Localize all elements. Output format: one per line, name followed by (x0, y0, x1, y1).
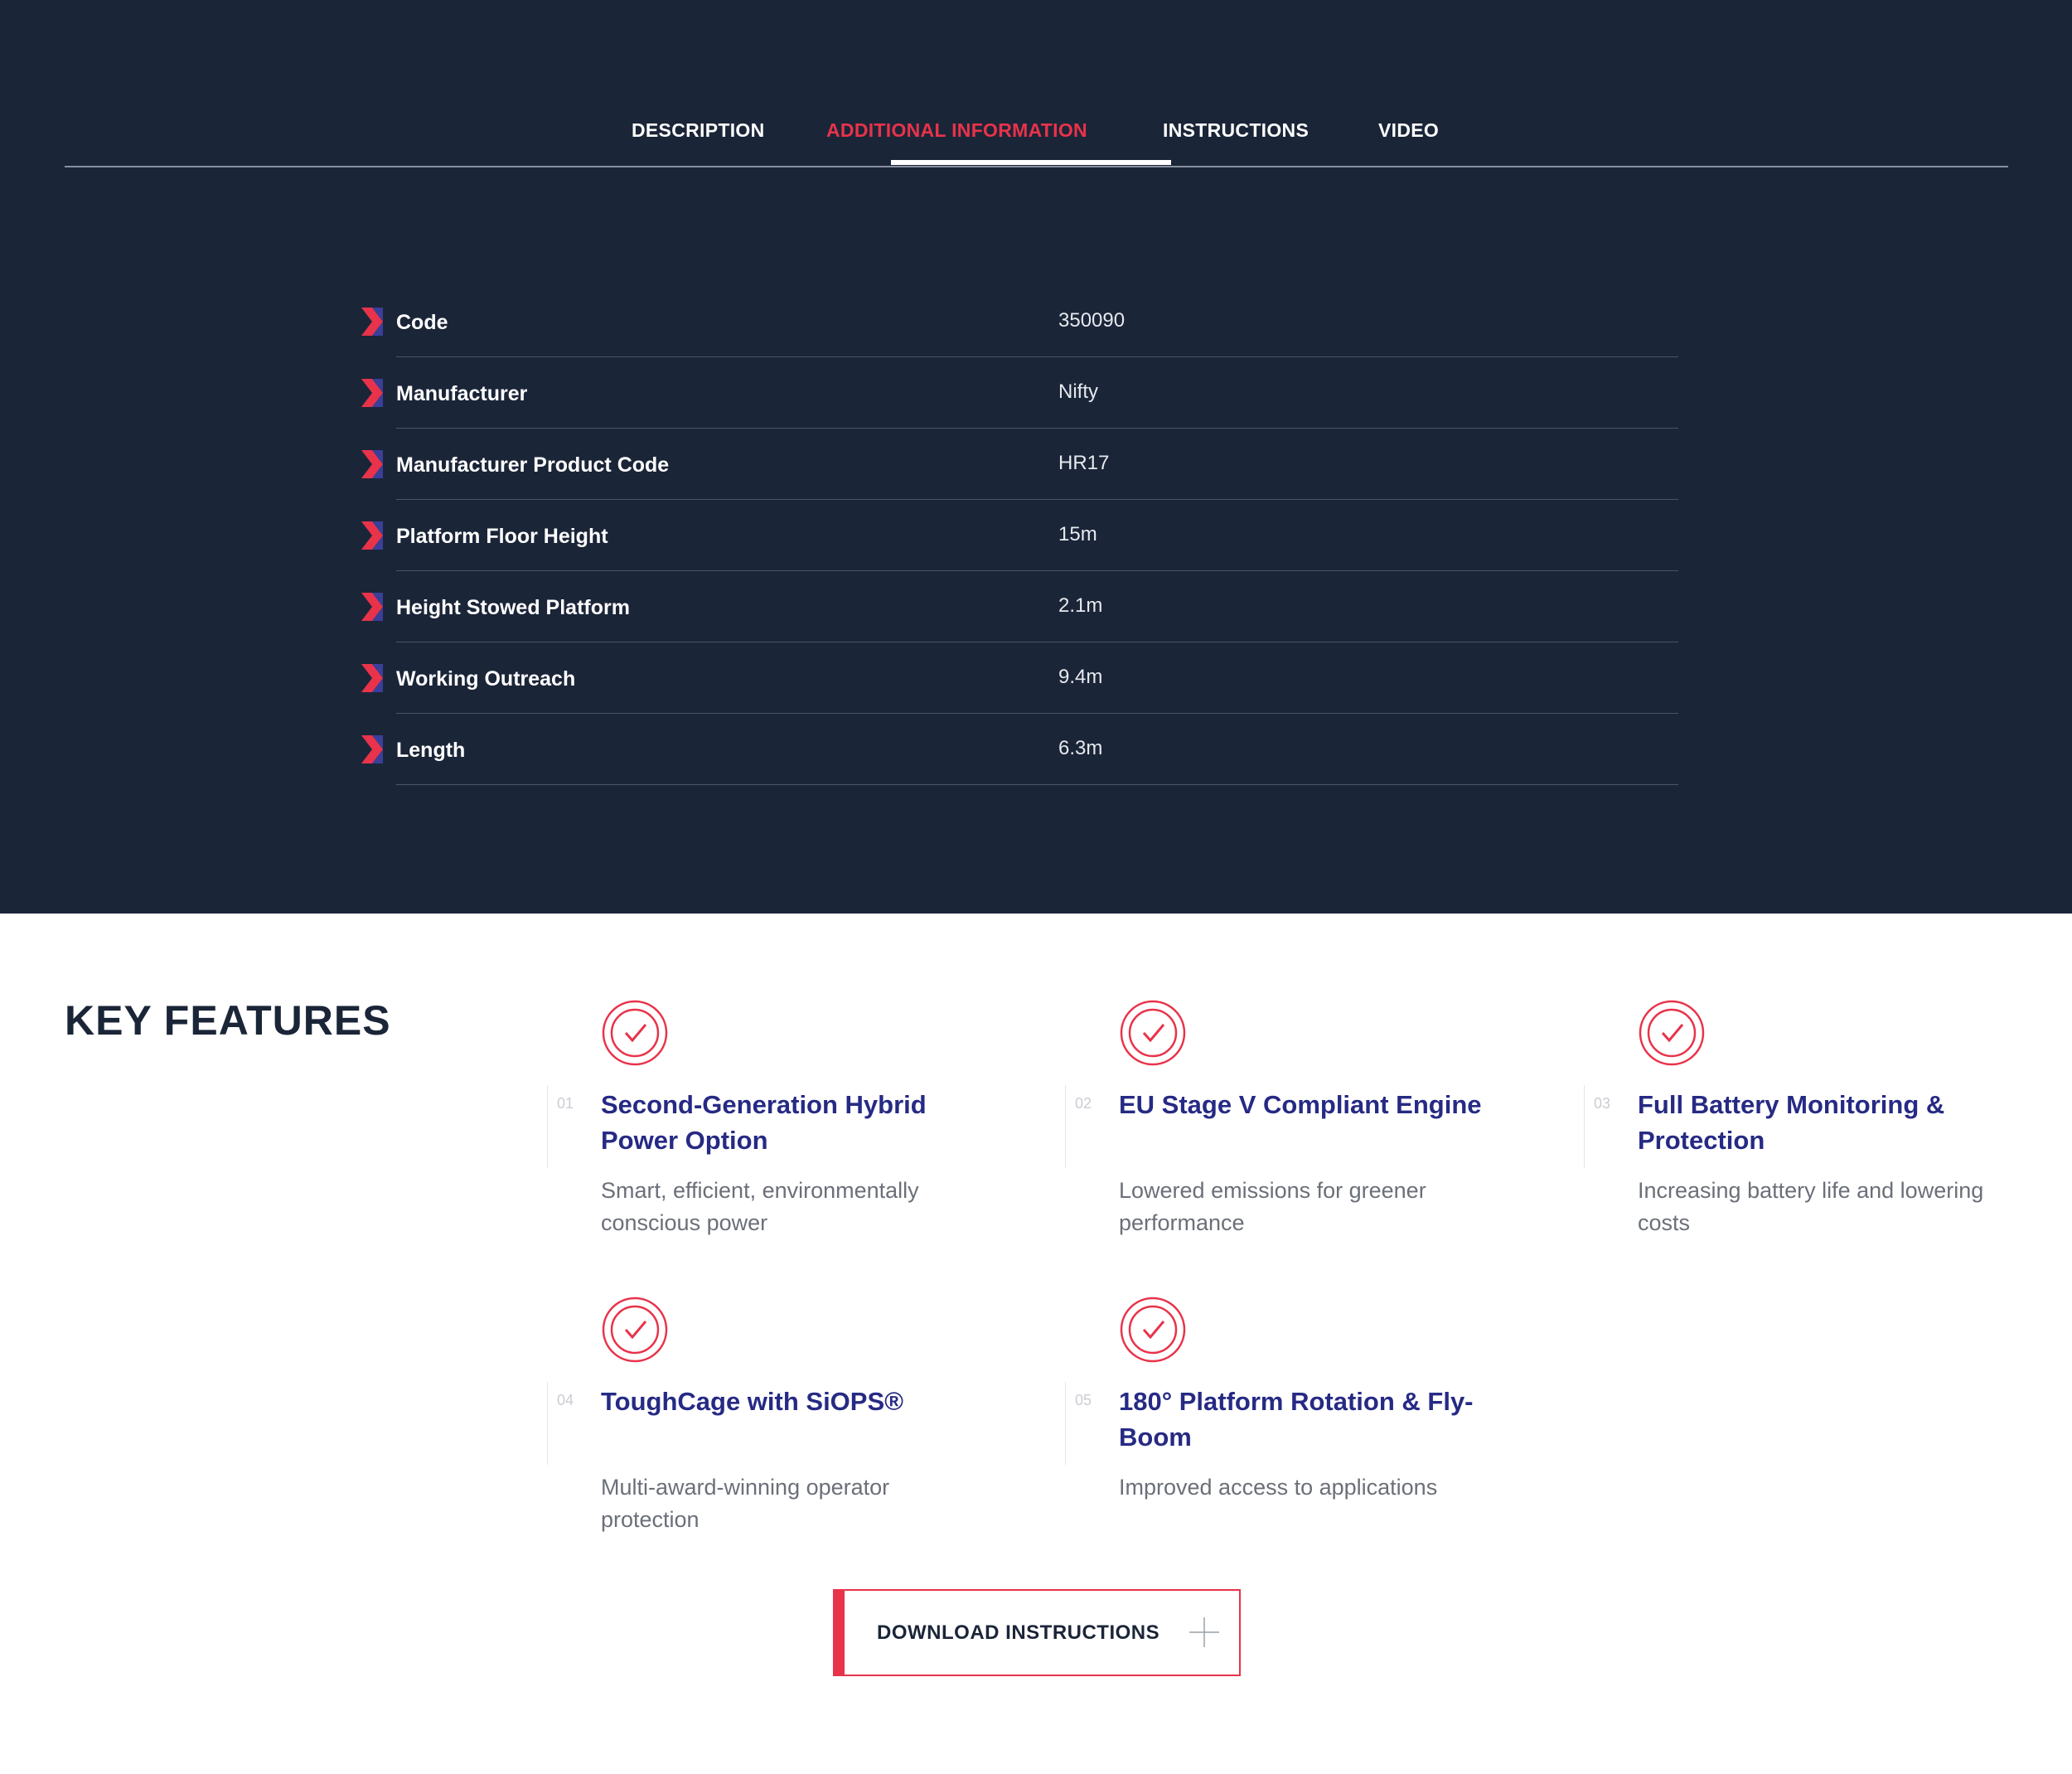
check-circle-icon (1119, 999, 1187, 1067)
spec-row: Working Outreach 9.4m (356, 642, 1678, 714)
chevron-bullet-icon (361, 379, 383, 407)
spec-row: Manufacturer Nifty (356, 357, 1678, 429)
spec-label: Manufacturer Product Code (396, 453, 670, 477)
feature-description: Increasing battery life and lowering cos… (1638, 1178, 1984, 1235)
tab-video[interactable]: VIDEO (1378, 119, 1439, 144)
spec-label: Length (396, 739, 466, 762)
key-features-title: KEY FEATURES (65, 997, 391, 1044)
spec-value: 6.3m (1058, 737, 1103, 759)
spec-value: 15m (1058, 523, 1097, 545)
chevron-bullet-icon (361, 593, 383, 621)
tab-description[interactable]: DESCRIPTION (632, 119, 764, 144)
spec-table: Code 350090 Manufacturer Nifty Manufacturer … (356, 286, 1678, 785)
feature-number: 05 (1075, 1392, 1092, 1408)
spec-row: Platform Floor Height 15m (356, 500, 1678, 571)
spec-value: 350090 (1058, 309, 1126, 332)
feature-number: 04 (557, 1392, 574, 1408)
feature-description: Lowered emissions for greener performanc… (1119, 1178, 1426, 1235)
spec-value: 9.4m (1058, 666, 1103, 688)
spec-label: Code (396, 311, 448, 334)
row-divider (396, 784, 1678, 785)
spec-row: Length 6.3m (356, 714, 1678, 785)
check-circle-icon (1119, 1296, 1187, 1364)
feature-card: 03 Full Battery Monitoring & Protection In… (1584, 999, 2015, 1272)
chevron-bullet-icon (361, 450, 383, 478)
check-circle-icon (601, 1296, 669, 1364)
download-instructions-label: DOWNLOAD INSTRUCTIONS (877, 1621, 1160, 1644)
feature-card: 05 180° Platform Rotation & Fly-Boom Impro… (1065, 1296, 1496, 1569)
feature-divider (1065, 1382, 1066, 1465)
feature-title: ToughCage with SiOPS® (601, 1387, 903, 1416)
active-tab-indicator (891, 160, 1171, 165)
spec-value: Nifty (1058, 380, 1098, 403)
product-tabs: DESCRIPTION ADDITIONAL INFORMATION INSTR… (65, 0, 2008, 167)
check-circle-icon (1638, 999, 1706, 1067)
check-circle-icon (601, 999, 669, 1067)
spec-value: HR17 (1058, 452, 1110, 474)
feature-number: 02 (1075, 1095, 1092, 1112)
additional-information-section: DESCRIPTION ADDITIONAL INFORMATION INSTR… (0, 0, 2072, 914)
spec-label: Working Outreach (396, 667, 576, 691)
feature-title: EU Stage V Compliant Engine (1119, 1090, 1482, 1119)
feature-title: 180° Platform Rotation & Fly-Boom (1119, 1387, 1474, 1452)
feature-divider (1584, 1085, 1585, 1168)
feature-divider (547, 1085, 548, 1168)
feature-divider (547, 1382, 548, 1465)
chevron-bullet-icon (361, 664, 383, 692)
spec-label: Platform Floor Height (396, 525, 608, 548)
tab-instructions[interactable]: INSTRUCTIONS (1163, 119, 1309, 144)
spec-value: 2.1m (1058, 594, 1103, 617)
chevron-bullet-icon (361, 521, 383, 550)
button-accent-bar (833, 1589, 845, 1676)
spec-label: Height Stowed Platform (396, 596, 630, 619)
feature-card: 04 ToughCage with SiOPS® Multi-award-winni… (547, 1296, 978, 1569)
download-instructions-button[interactable]: DOWNLOAD INSTRUCTIONS (833, 1589, 1241, 1676)
feature-card: 01 Second-Generation Hybrid Power Option S… (547, 999, 978, 1272)
feature-number: 01 (557, 1095, 574, 1112)
feature-number: 03 (1594, 1095, 1611, 1112)
feature-divider (1065, 1085, 1066, 1168)
chevron-bullet-icon (361, 308, 383, 336)
feature-description: Smart, efficient, environmentally consci… (601, 1178, 919, 1235)
feature-description: Improved access to applications (1119, 1475, 1438, 1500)
feature-title: Second-Generation Hybrid Power Option (601, 1090, 927, 1155)
spec-row: Height Stowed Platform 2.1m (356, 571, 1678, 642)
feature-title: Full Battery Monitoring & Protection (1638, 1090, 1945, 1155)
chevron-bullet-icon (361, 735, 383, 763)
spec-label: Manufacturer (396, 382, 528, 405)
feature-description: Multi-award-winning operator protection (601, 1475, 890, 1532)
feature-card: 02 EU Stage V Compliant Engine Lowered emi… (1065, 999, 1496, 1272)
tab-additional-information[interactable]: ADDITIONAL INFORMATION (826, 119, 1087, 144)
spec-row: Code 350090 (356, 286, 1678, 357)
spec-row: Manufacturer Product Code HR17 (356, 429, 1678, 500)
plus-icon (1189, 1617, 1219, 1647)
